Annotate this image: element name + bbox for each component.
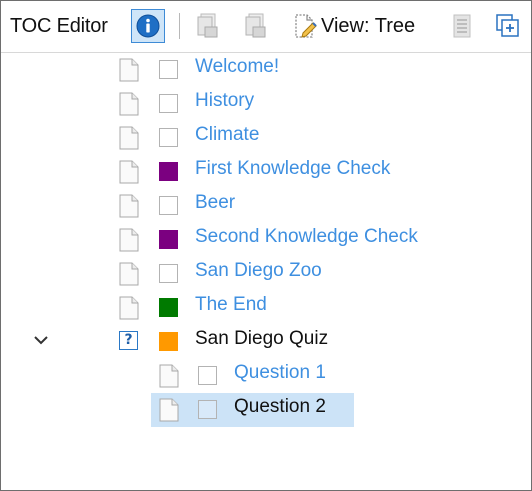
toolbar-title: TOC Editor	[10, 15, 108, 37]
info-icon	[136, 14, 160, 38]
tree-item[interactable]: Climate	[1, 120, 531, 154]
page-icon	[119, 296, 139, 320]
page-icon	[119, 262, 139, 286]
color-swatch[interactable]	[159, 196, 178, 215]
add-copy-icon[interactable]	[495, 13, 521, 39]
page-icon	[119, 160, 139, 184]
info-button[interactable]	[131, 9, 165, 43]
tree-item[interactable]: First Knowledge Check	[1, 154, 531, 188]
toolbar-separator	[179, 13, 180, 39]
tree-item-label[interactable]: The End	[195, 294, 267, 316]
tree-item[interactable]: Question 1	[1, 358, 531, 392]
tree-item-label[interactable]: Question 1	[234, 362, 326, 384]
page-icon	[159, 398, 179, 422]
page-icon	[119, 228, 139, 252]
tree-item[interactable]: Second Knowledge Check	[1, 222, 531, 256]
tree-item[interactable]: History	[1, 86, 531, 120]
color-swatch[interactable]	[159, 298, 178, 317]
tree-item-label[interactable]: San Diego Zoo	[195, 260, 322, 282]
tree-item-label[interactable]: History	[195, 90, 254, 112]
tree-item-label[interactable]: Welcome!	[195, 56, 279, 78]
color-swatch[interactable]	[198, 366, 217, 385]
page-icon	[119, 194, 139, 218]
toc-editor-panel: TOC Editor View: Tree Welcome! History C…	[0, 0, 532, 491]
tree-item[interactable]: San Diego Zoo	[1, 256, 531, 290]
tree-item-selected[interactable]: Question 2	[1, 392, 531, 427]
page-icon	[159, 364, 179, 388]
toolbar: TOC Editor View: Tree	[1, 1, 531, 53]
tree-item-label[interactable]: Question 2	[234, 396, 326, 418]
list-icon[interactable]	[451, 13, 473, 39]
color-swatch[interactable]	[159, 230, 178, 249]
tree-item-quiz[interactable]: ? San Diego Quiz	[1, 324, 531, 358]
view-mode-dropdown[interactable]: View: Tree	[321, 15, 415, 38]
tree-item-label[interactable]: Beer	[195, 192, 235, 214]
color-swatch[interactable]	[159, 264, 178, 283]
tree-item-label[interactable]: Second Knowledge Check	[195, 226, 418, 248]
tree-item[interactable]: Welcome!	[1, 52, 531, 86]
page-icon	[119, 58, 139, 82]
tree-item[interactable]: Beer	[1, 188, 531, 222]
edit-view-icon[interactable]	[293, 13, 319, 41]
color-swatch[interactable]	[159, 162, 178, 181]
tree-item-label[interactable]: Climate	[195, 124, 259, 146]
tree-item-label[interactable]: San Diego Quiz	[195, 328, 328, 350]
tree-item[interactable]: The End	[1, 290, 531, 324]
color-swatch[interactable]	[159, 60, 178, 79]
tree-item-label[interactable]: First Knowledge Check	[195, 158, 390, 180]
color-swatch[interactable]	[159, 94, 178, 113]
page-icon	[119, 92, 139, 116]
color-swatch[interactable]	[159, 128, 178, 147]
toc-tree: Welcome! History Climate First Knowledge…	[1, 52, 531, 490]
color-swatch[interactable]	[198, 400, 217, 419]
page-icon	[119, 126, 139, 150]
chevron-down-icon[interactable]	[33, 334, 49, 346]
color-swatch[interactable]	[159, 332, 178, 351]
add-quiz-icon[interactable]	[243, 13, 269, 39]
question-icon: ?	[119, 331, 138, 350]
add-page-icon[interactable]	[195, 13, 221, 39]
